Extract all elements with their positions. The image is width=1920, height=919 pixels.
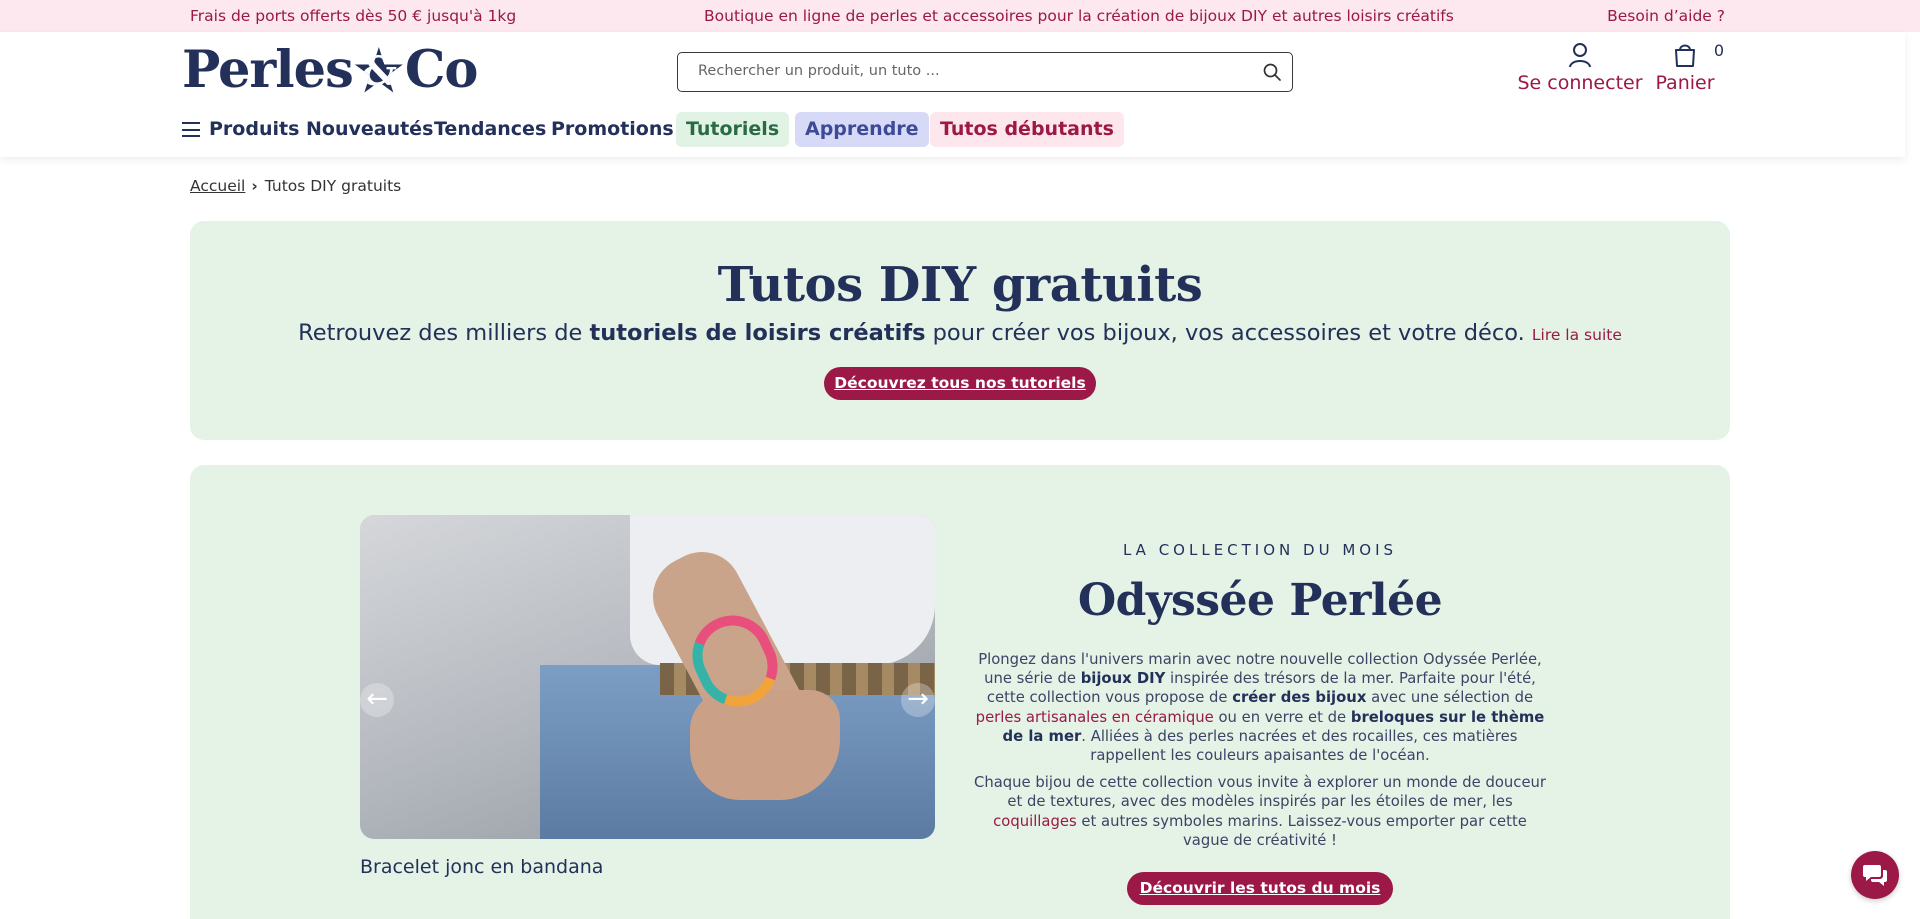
shop-tagline: Boutique en ligne de perles et accessoir…: [704, 7, 1454, 25]
collection-section: ← → Bracelet jonc en bandana LA COLLECTI…: [190, 465, 1730, 919]
breadcrumb-current: Tutos DIY gratuits: [264, 177, 402, 195]
paragraph-text: et autres symboles marins. Laissez-vous …: [1076, 812, 1527, 849]
carousel-prev-arrow-icon[interactable]: ←: [360, 683, 394, 717]
account-label: Se connecter: [1517, 72, 1643, 94]
nav-item-promotions[interactable]: Promotions: [551, 112, 674, 147]
promo-bar: Frais de ports offerts dès 50 € jusqu'à …: [0, 0, 1920, 32]
carousel-caption[interactable]: Bracelet jonc en bandana: [360, 856, 603, 878]
inline-link[interactable]: perles artisanales en céramique: [976, 709, 1214, 726]
monthly-tutorials-button[interactable]: Découvrir les tutos du mois: [1127, 872, 1393, 906]
shipping-promo[interactable]: Frais de ports offerts dès 50 € jusqu'à …: [190, 7, 516, 25]
logo-text-left: Perles: [182, 40, 354, 100]
read-more-link[interactable]: Lire la suite: [1532, 326, 1622, 344]
nav-item-produits[interactable]: Produits: [209, 112, 299, 147]
nav-item-tendances[interactable]: Tendances: [434, 112, 546, 147]
hero-lead-bold: tutoriels de loisirs créatifs: [589, 320, 926, 346]
chevron-right-icon: ›: [251, 177, 258, 195]
paragraph-text: Chaque bijou de cette collection vous in…: [973, 774, 1547, 811]
cart-count-badge: 0: [1713, 41, 1725, 60]
collection-title: Odyssée Perlée: [1077, 575, 1443, 626]
hero-lead-text-end: pour créer vos bijoux, vos accessoires e…: [925, 320, 1525, 346]
chat-icon: [1863, 865, 1887, 886]
help-link[interactable]: Besoin d’aide ?: [1607, 7, 1725, 25]
page-title: Tutos DIY gratuits: [717, 257, 1203, 313]
nav-item-nouveautes[interactable]: Nouveautés: [306, 112, 433, 147]
bold-text: créer des bijoux: [1232, 689, 1367, 707]
search-bar: [677, 52, 1293, 92]
bold-text: bijoux DIY: [1080, 670, 1166, 688]
collection-carousel-image: ← →: [360, 515, 935, 839]
paragraph-text: avec une sélection de: [1366, 689, 1534, 707]
all-tutorials-button[interactable]: Découvrez tous nos tutoriels: [824, 367, 1096, 400]
inline-link[interactable]: coquillages: [993, 813, 1077, 830]
search-input[interactable]: [678, 53, 1238, 89]
user-icon: [1569, 43, 1591, 68]
paragraph-text: . Alliées à des perles nacrées et des ro…: [1081, 727, 1518, 765]
nav-item-tutos-debutants[interactable]: Tutos débutants: [930, 112, 1124, 147]
logo-text-right: Co: [404, 40, 479, 100]
breadcrumb-home-link[interactable]: Accueil: [190, 177, 245, 195]
menu-icon[interactable]: [182, 122, 200, 137]
collection-description-1: Plongez dans l'univers marin avec notre …: [970, 650, 1550, 765]
collection-description-2: Chaque bijou de cette collection vous in…: [970, 773, 1550, 850]
breadcrumb: Accueil › Tutos DIY gratuits: [190, 177, 401, 195]
cart-label: Panier: [1655, 72, 1715, 94]
collection-text: LA COLLECTION DU MOIS Odyssée Perlée Plo…: [970, 541, 1550, 906]
paragraph-text: ou en verre et de: [1213, 708, 1351, 726]
collection-kicker: LA COLLECTION DU MOIS: [1122, 541, 1398, 559]
hero-lead-text: Retrouvez des milliers de: [298, 320, 590, 346]
account-button[interactable]: Se connecter: [1500, 40, 1660, 94]
search-icon[interactable]: [1262, 62, 1282, 82]
nav-item-tutoriels[interactable]: Tutoriels: [676, 112, 790, 147]
hero-banner: Tutos DIY gratuits Retrouvez des millier…: [190, 221, 1730, 440]
carousel-next-arrow-icon[interactable]: →: [901, 683, 935, 717]
nav-item-apprendre[interactable]: Apprendre: [795, 112, 929, 147]
chat-button[interactable]: [1851, 851, 1899, 899]
site-logo[interactable]: Perles & Co: [182, 40, 482, 100]
site-header: Perles&Co Se connecter Panier 0 Produits…: [0, 32, 1905, 157]
logo-star-amp: &: [354, 47, 403, 93]
hero-lead: Retrouvez des milliers de tutoriels de l…: [190, 320, 1730, 346]
